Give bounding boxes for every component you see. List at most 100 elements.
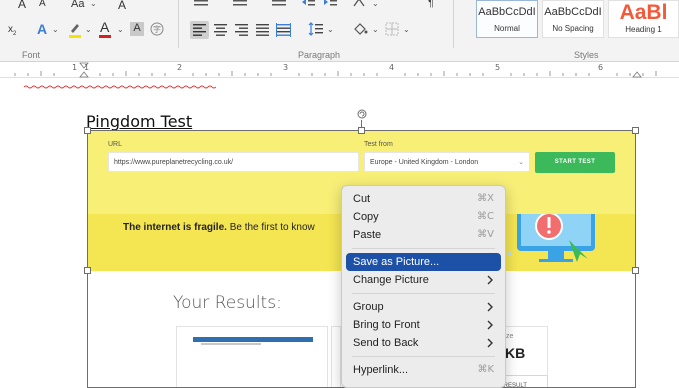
character-shading-button[interactable]: A: [130, 22, 144, 36]
page-title: Pingdom Test: [86, 112, 193, 131]
menu-item-label: Group: [353, 301, 384, 313]
distributed-button[interactable]: [274, 21, 293, 39]
menu-item-shortcut: ⌘X: [477, 193, 494, 204]
bullets-icon[interactable]: [192, 0, 210, 10]
ruler-number: 2: [177, 63, 183, 72]
style-heading-1[interactable]: AaBl Heading 1: [608, 0, 679, 38]
borders-icon[interactable]: [385, 22, 399, 38]
enclose-characters-icon[interactable]: 字: [150, 22, 164, 38]
change-case-button[interactable]: Aa: [71, 0, 84, 10]
font-shrink-button[interactable]: A: [39, 0, 46, 9]
highlight-pen-icon[interactable]: [68, 22, 82, 40]
menu-item-label: Save as Picture...: [353, 256, 440, 268]
chevron-down-icon[interactable]: ⌄: [372, 26, 379, 34]
show-formatting-marks-icon[interactable]: ¶: [428, 0, 434, 9]
fragile-bold: The internet is fragile.: [123, 222, 227, 233]
align-left-button[interactable]: [190, 21, 209, 39]
url-field: https://www.pureplanetrecycling.co.uk/: [108, 152, 359, 172]
resize-handle-left[interactable]: [84, 267, 91, 274]
ribbon: A A Aa ⌄ A x2 A ⌄ ⌄ A ⌄ A 字 Font ⌄ ¶ ⌄ ⌄: [0, 0, 679, 62]
document-page[interactable]: Pingdom Test URL https://www.pureplanetr…: [0, 79, 679, 388]
clear-formatting-icon[interactable]: A: [118, 0, 126, 11]
subscript-mark: 2: [13, 31, 17, 37]
divider: [178, 0, 179, 48]
menu-item-shortcut: ⌘C: [477, 211, 494, 222]
paragraph-group-label: Paragraph: [298, 50, 341, 60]
ruler-number: 3: [283, 63, 289, 72]
result-card: [176, 326, 328, 388]
ruler-number: 1: [72, 63, 78, 72]
start-test-button: START TEST: [535, 152, 615, 173]
style-name: No Spacing: [552, 24, 594, 33]
shading-bucket-icon[interactable]: [352, 22, 368, 38]
ruler[interactable]: 1 1 2 3 4 5 6: [0, 62, 679, 78]
style-name: Normal: [494, 24, 520, 33]
test-from-select: Europe - United Kingdom - London ⌄: [364, 152, 530, 172]
multilevel-list-icon[interactable]: [270, 0, 288, 10]
font-color-button[interactable]: A: [99, 19, 111, 38]
test-from-label: Test from: [364, 141, 393, 148]
font-group-label: Font: [22, 50, 41, 60]
ruler-ticks: [14, 62, 657, 78]
menu-separator: [352, 293, 495, 294]
chevron-down-icon[interactable]: ⌄: [117, 26, 124, 34]
line-spacing-icon[interactable]: [308, 22, 324, 38]
chevron-right-icon: [487, 302, 493, 312]
menu-separator: [352, 356, 495, 357]
menu-item-label: Send to Back: [353, 337, 419, 349]
style-no-spacing[interactable]: AaBbCcDdI No Spacing: [542, 0, 604, 38]
results-title: Your Results:: [173, 293, 282, 313]
align-center-button[interactable]: [211, 21, 230, 39]
menu-item-change-picture[interactable]: Change Picture: [346, 271, 501, 289]
menu-item-group[interactable]: Group: [346, 298, 501, 316]
menu-item-label: Hyperlink...: [353, 364, 409, 376]
chevron-right-icon: [487, 320, 493, 330]
ruler-number: 4: [389, 63, 395, 72]
chevron-down-icon[interactable]: ⌄: [403, 26, 410, 34]
menu-item-send-to-back[interactable]: Send to Back: [346, 334, 501, 352]
sort-icon[interactable]: [352, 0, 368, 10]
menu-item-paste[interactable]: Paste ⌘V: [346, 226, 501, 244]
fragile-rest: Be the first to know: [226, 222, 315, 233]
rotate-handle-icon[interactable]: [357, 109, 367, 119]
style-preview: AaBbCcDdI: [478, 6, 536, 18]
font-color-swatch: [99, 35, 111, 38]
increase-indent-icon[interactable]: [322, 0, 338, 10]
subscript-button[interactable]: x2: [8, 25, 17, 38]
resize-handle-top-left[interactable]: [84, 127, 91, 134]
menu-item-save-as-picture[interactable]: Save as Picture...: [346, 253, 501, 271]
context-menu: Cut ⌘X Copy ⌘C Paste ⌘V Save as Picture.…: [341, 185, 506, 388]
chevron-down-icon[interactable]: ⌄: [90, 0, 97, 8]
chevron-down-icon[interactable]: ⌄: [52, 26, 59, 34]
chevron-down-icon[interactable]: ⌄: [85, 26, 92, 34]
menu-item-label: Cut: [353, 193, 371, 205]
fragile-text: The internet is fragile. Be the first to…: [123, 222, 315, 233]
menu-item-label: Copy: [353, 211, 379, 223]
spelling-squiggle: [24, 85, 216, 89]
align-right-button[interactable]: [232, 21, 251, 39]
menu-item-cut[interactable]: Cut ⌘X: [346, 190, 501, 208]
test-from-value: Europe - United Kingdom - London: [370, 159, 479, 166]
chevron-down-icon[interactable]: ⌄: [327, 26, 334, 34]
decrease-indent-icon[interactable]: [300, 0, 316, 10]
menu-item-bring-to-front[interactable]: Bring to Front: [346, 316, 501, 334]
style-normal[interactable]: AaBbCcDdI Normal: [476, 0, 538, 38]
font-color-label: A: [100, 19, 110, 35]
style-preview: AaBl: [619, 1, 668, 24]
chevron-down-icon: ⌄: [518, 159, 524, 166]
url-label: URL: [108, 141, 123, 148]
menu-item-copy[interactable]: Copy ⌘C: [346, 208, 501, 226]
result-card-header: [193, 337, 313, 342]
resize-handle-top-right[interactable]: [632, 127, 639, 134]
resize-handle-right[interactable]: [632, 267, 639, 274]
result-card: [331, 326, 341, 388]
ruler-number: 6: [598, 63, 604, 72]
text-effects-button[interactable]: A: [37, 22, 47, 36]
numbering-icon[interactable]: [231, 0, 249, 10]
chevron-right-icon: [487, 338, 493, 348]
resize-handle-top[interactable]: [358, 127, 365, 134]
justify-button[interactable]: [253, 21, 272, 39]
chevron-down-icon[interactable]: ⌄: [372, 0, 379, 8]
menu-item-hyperlink[interactable]: Hyperlink... ⌘K: [346, 361, 501, 379]
font-grow-button[interactable]: A: [18, 0, 26, 10]
